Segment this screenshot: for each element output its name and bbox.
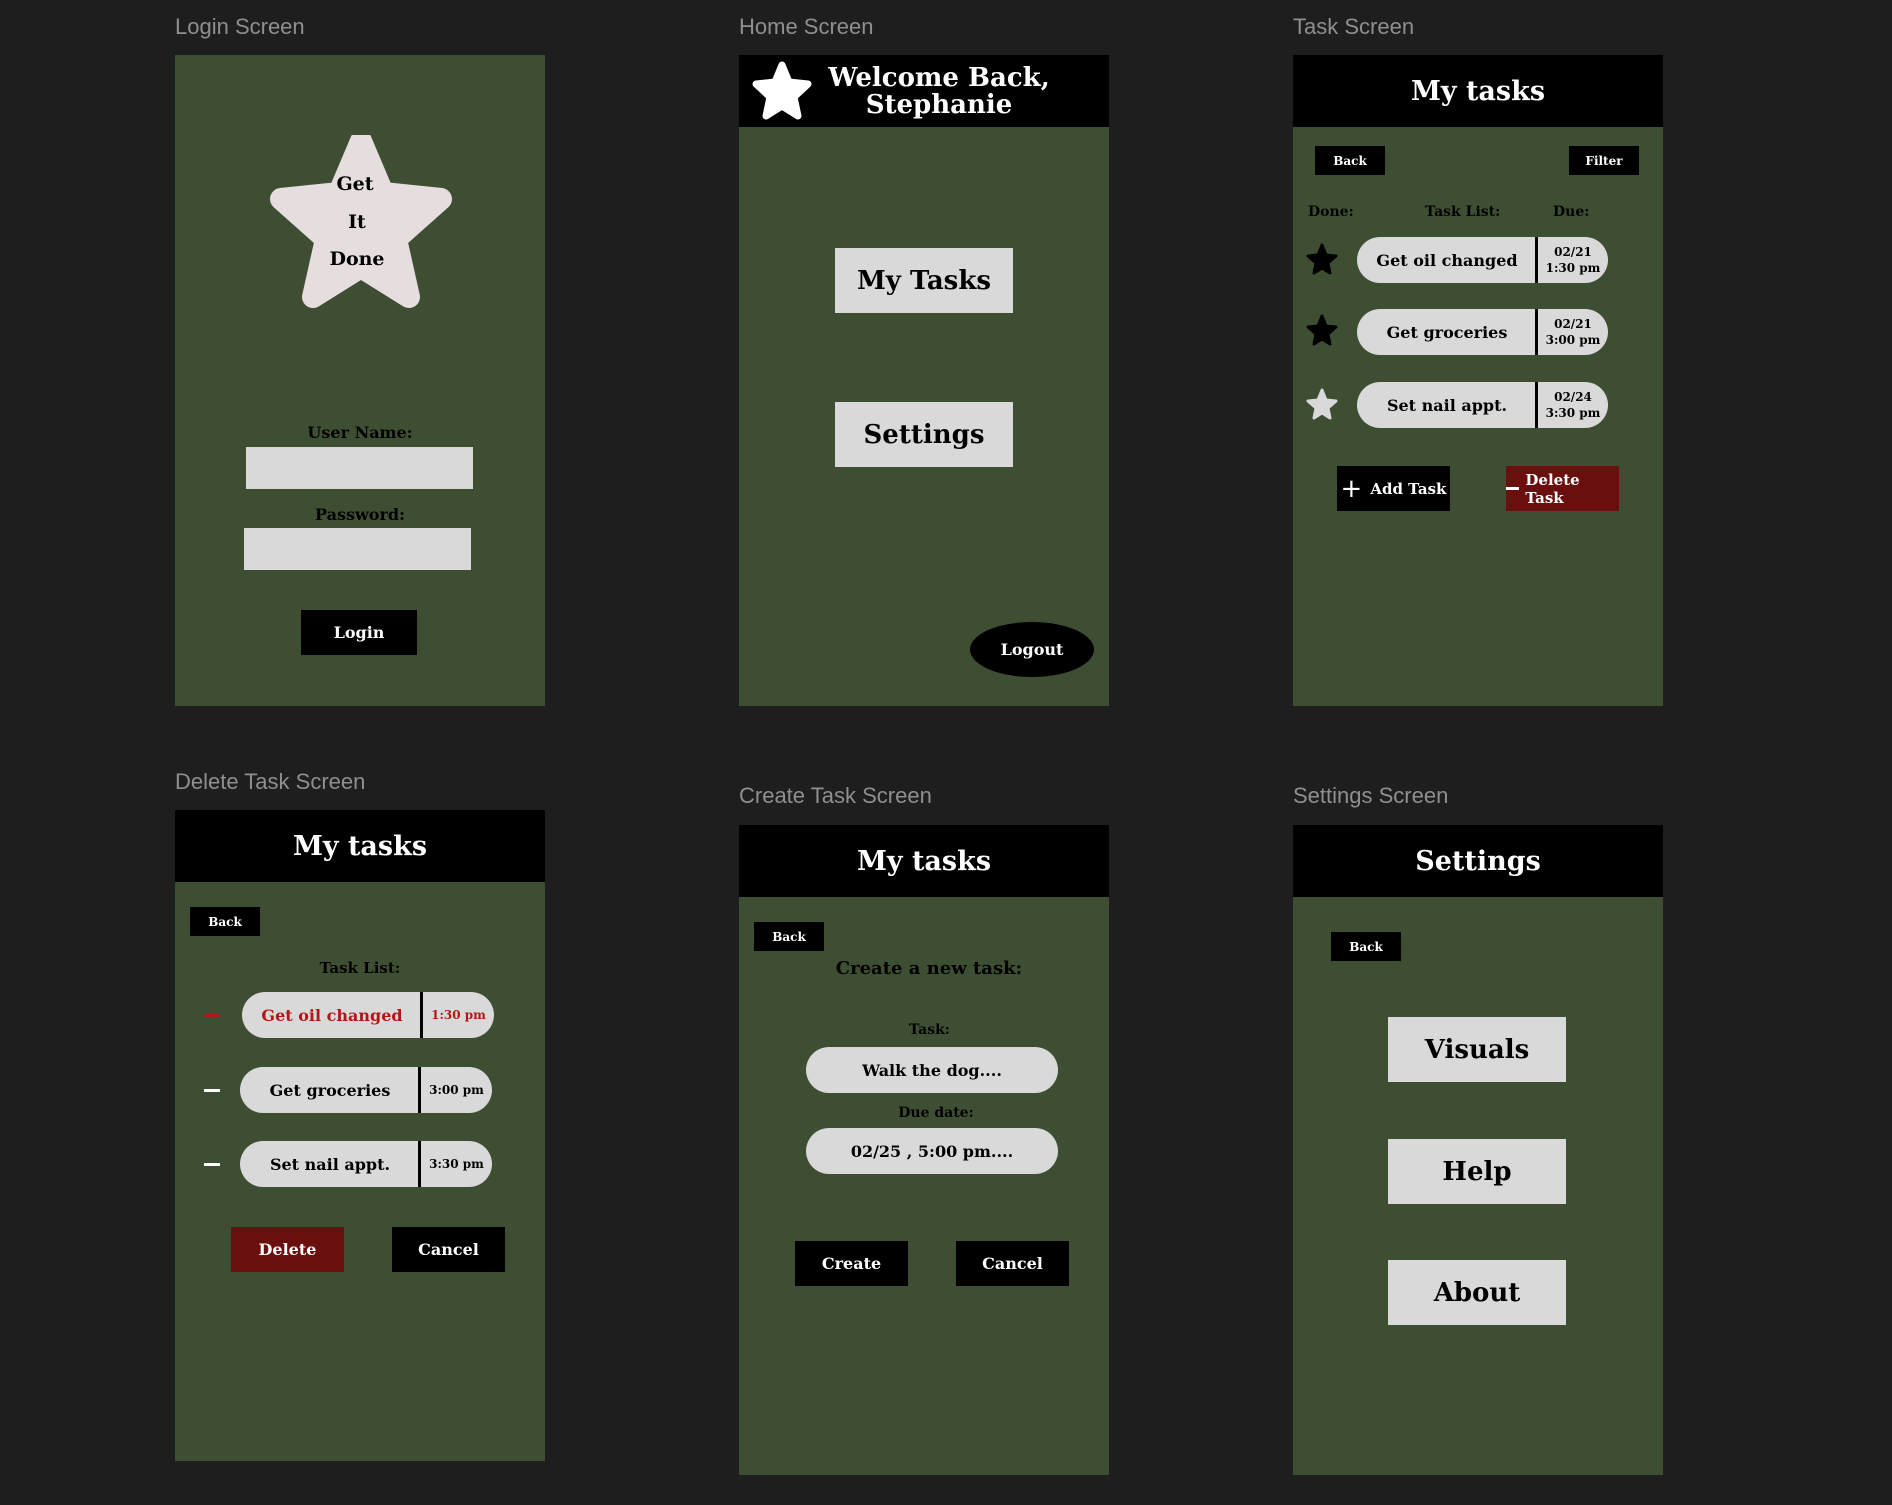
task-label: Task: [909,1022,950,1038]
username-label: User Name: [307,423,413,442]
page-title: My tasks [856,845,992,877]
home-screen: Welcome Back, Stephanie My Tasks Setting… [739,55,1109,706]
about-button[interactable]: About [1388,1260,1566,1325]
task-name: Get groceries [1386,322,1508,342]
due-time: 3:30 pm [1545,406,1601,420]
cancel-button[interactable]: Cancel [956,1241,1069,1286]
back-button[interactable]: Back [1331,932,1401,961]
settings-screen: Settings Back Visuals Help About [1293,825,1663,1475]
minus-icon[interactable] [204,1089,220,1092]
settings-header: Settings [1293,825,1663,897]
back-button[interactable]: Back [754,922,824,951]
due-date: 02/21 [1554,317,1592,331]
minus-icon[interactable] [204,1163,220,1166]
settings-button[interactable]: Settings [835,402,1013,467]
task-input[interactable]: Walk the dog.... [806,1047,1058,1093]
cancel-button[interactable]: Cancel [392,1227,505,1272]
help-button[interactable]: Help [1388,1139,1566,1204]
frame-label-create: Create Task Screen [739,783,932,808]
frame-label-home: Home Screen [739,14,874,39]
page-title: Settings [1415,845,1541,877]
task-name: Get oil changed [261,1005,403,1025]
task-list-label: Task List: [319,959,401,977]
frame-label-task: Task Screen [1293,14,1415,39]
task-row[interactable]: Get oil changed 02/21 1:30 pm [1357,237,1608,283]
column-header-task-list: Task List: [1425,204,1501,220]
page-title: My tasks [1410,75,1546,107]
back-button[interactable]: Back [1315,146,1385,175]
my-tasks-button[interactable]: My Tasks [835,248,1013,313]
column-header-done: Done: [1308,204,1354,220]
delete-task-button[interactable]: Delete Task [1506,466,1619,511]
delete-task-screen: My tasks Back Task List: Get oil changed… [175,810,545,1461]
logo-text-it: It [348,211,366,233]
due-time: 1:30 pm [431,1008,486,1022]
back-button[interactable]: Back [190,907,260,936]
frame-label-delete: Delete Task Screen [175,769,366,794]
create-button[interactable]: Create [795,1241,908,1286]
create-heading: Create a new task: [835,958,1023,979]
task-row[interactable]: Set nail appt. 3:30 pm [240,1141,492,1187]
page-title: My tasks [292,830,428,862]
due-date-label: Due date: [898,1105,974,1121]
username-input[interactable] [246,447,473,489]
due-time: 1:30 pm [1545,261,1601,275]
add-task-button[interactable]: + Add Task [1337,466,1450,511]
due-date: 02/24 [1554,390,1592,404]
frame-label-login: Login Screen [175,14,305,39]
logo-text-done: Done [329,248,385,270]
create-task-screen: My tasks Back Create a new task: Task: W… [739,825,1109,1475]
task-name: Get oil changed [1376,250,1518,270]
login-screen: Get It Done User Name: Password: Login [175,55,545,706]
task-row[interactable]: Get groceries 3:00 pm [240,1067,492,1113]
filter-button[interactable]: Filter [1569,146,1639,175]
password-input[interactable] [244,528,471,570]
star-filled-icon[interactable] [1305,313,1339,347]
due-time: 3:30 pm [429,1157,484,1171]
frame-label-settings: Settings Screen [1293,783,1449,808]
minus-icon [1506,487,1520,490]
task-row[interactable]: Get groceries 02/21 3:00 pm [1357,309,1608,355]
welcome-text-line1: Welcome Back, [828,63,1050,93]
home-header: Welcome Back, Stephanie [739,55,1109,127]
column-header-due: Due: [1553,204,1590,220]
login-button[interactable]: Login [301,610,417,655]
create-header: My tasks [739,825,1109,897]
welcome-text-name: Stephanie [865,90,1013,120]
task-row[interactable]: Get oil changed 1:30 pm [242,992,494,1038]
due-date: 02/21 [1554,245,1592,259]
delete-button[interactable]: Delete [231,1227,344,1272]
logo-text-get: Get [336,173,374,195]
task-screen: My tasks Back Filter Done: Task List: Du… [1293,55,1663,706]
plus-icon: + [1340,473,1363,504]
task-name: Set nail appt. [269,1154,391,1174]
due-time: 3:00 pm [429,1083,484,1097]
delete-task-label: Delete Task [1525,470,1580,507]
due-date-input[interactable]: 02/25 , 5:00 pm.... [806,1128,1058,1174]
delete-header: My tasks [175,810,545,882]
visuals-button[interactable]: Visuals [1388,1017,1566,1082]
logout-button[interactable]: Logout [970,622,1094,677]
password-label: Password: [315,505,405,524]
star-filled-icon[interactable] [1305,242,1339,276]
task-name: Set nail appt. [1386,395,1508,415]
star-light-icon[interactable] [1305,387,1339,421]
star-icon [752,61,812,120]
add-task-label: Add Task [1370,479,1447,498]
due-time: 3:00 pm [1545,333,1601,347]
minus-icon[interactable] [204,1014,220,1017]
task-header: My tasks [1293,55,1663,127]
task-row[interactable]: Set nail appt. 02/24 3:30 pm [1357,382,1608,428]
task-name: Get groceries [269,1080,391,1100]
